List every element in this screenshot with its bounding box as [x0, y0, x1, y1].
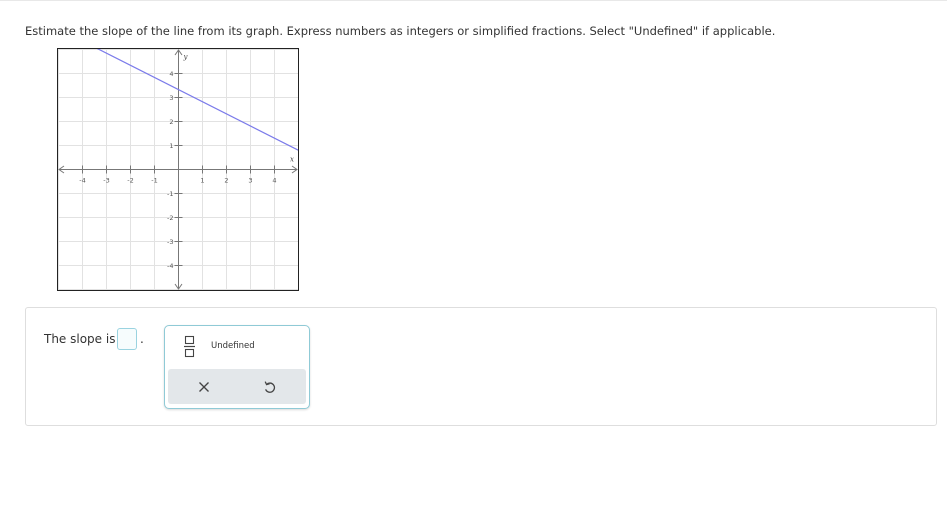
top-divider [0, 0, 947, 1]
undo-button[interactable] [261, 378, 279, 396]
clear-button[interactable] [195, 378, 213, 396]
x-tick-label: 4 [272, 177, 276, 185]
x-tick-label: -2 [127, 177, 133, 185]
graph-line [96, 49, 298, 151]
slope-prompt-label: The slope is [44, 332, 116, 346]
palette-action-bar [168, 369, 306, 404]
question-instructions: Estimate the slope of the line from its … [25, 24, 776, 38]
plotted-line [96, 49, 298, 151]
y-tick-label: -3 [167, 238, 173, 246]
slope-answer-input[interactable] [117, 328, 137, 350]
x-tick-label: 1 [200, 177, 204, 185]
y-tick-label: 4 [169, 70, 173, 78]
tick-labels: -4 -3 -2 -1 1 2 3 4 4 3 2 1 -1 -2 -3 -4 x y [79, 53, 294, 270]
x-tick-label: 2 [224, 177, 228, 185]
y-tick-label: -1 [167, 190, 173, 198]
fraction-button[interactable] [175, 333, 205, 363]
times-icon [199, 382, 209, 392]
y-tick-label: 3 [169, 94, 173, 102]
x-tick-label: -4 [79, 177, 85, 185]
y-tick-label: -4 [167, 262, 173, 270]
undo-icon [264, 381, 276, 393]
y-tick-label: 1 [169, 142, 173, 150]
x-tick-label: 3 [248, 177, 252, 185]
graph-canvas: -4 -3 -2 -1 1 2 3 4 4 3 2 1 -1 -2 -3 -4 x y [58, 49, 298, 290]
fraction-icon [184, 335, 195, 358]
x-axis-label: x [290, 156, 294, 164]
math-input-palette: Undefined [164, 325, 310, 409]
undefined-button[interactable]: Undefined [211, 336, 255, 356]
y-tick-label: 2 [169, 118, 173, 126]
coordinate-graph: -4 -3 -2 -1 1 2 3 4 4 3 2 1 -1 -2 -3 -4 x y [57, 48, 299, 291]
answer-panel: The slope is . Undefined [25, 307, 937, 426]
x-tick-label: -3 [103, 177, 109, 185]
sentence-period: . [140, 332, 144, 346]
axes [58, 49, 298, 290]
y-tick-label: -2 [167, 214, 173, 222]
x-tick-label: -1 [151, 177, 157, 185]
y-axis-label: y [183, 53, 189, 61]
